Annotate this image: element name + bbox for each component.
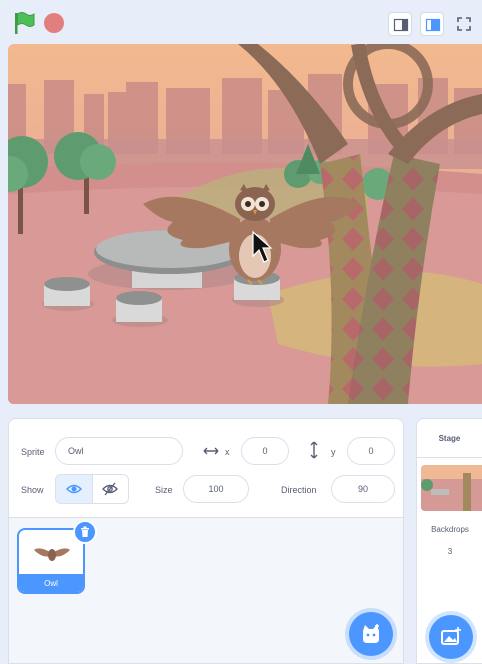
sprite-name-input[interactable]: Owl [55, 437, 183, 465]
stage-backdrop-thumbnail[interactable] [421, 465, 482, 511]
backdrop-add-icon [441, 627, 461, 645]
show-visible-button[interactable] [56, 475, 92, 503]
normal-stage-button[interactable] [420, 12, 444, 36]
fullscreen-button[interactable] [452, 12, 476, 36]
stage-toolbar [0, 0, 482, 44]
normal-stage-icon [425, 18, 441, 32]
owl-thumbnail-image [34, 548, 70, 561]
direction-label: Direction [281, 485, 317, 495]
x-value: 0 [262, 446, 268, 456]
x-arrows-icon [203, 447, 219, 455]
direction-input[interactable]: 90 [331, 475, 395, 503]
backdrops-count: 3 [447, 547, 453, 556]
add-backdrop-button[interactable] [429, 615, 473, 659]
delete-sprite-button[interactable] [73, 520, 97, 544]
sprite-list: Owl [8, 518, 404, 664]
y-arrows-icon [310, 441, 318, 459]
stop-icon[interactable] [44, 13, 64, 33]
sprite-thumbnail-label: Owl [19, 574, 83, 592]
show-label: Show [21, 485, 44, 495]
small-stage-icon [393, 18, 409, 32]
backdrops-label: Backdrops [431, 525, 469, 534]
size-value: 100 [208, 484, 224, 494]
show-hidden-button[interactable] [91, 475, 129, 503]
eye-icon [65, 484, 82, 494]
sprite-label: Sprite [21, 447, 45, 457]
size-label: Size [155, 485, 173, 495]
stage-canvas[interactable] [8, 44, 482, 404]
x-input[interactable]: 0 [241, 437, 289, 465]
stage-title: Stage [417, 419, 482, 458]
y-input[interactable]: 0 [347, 437, 395, 465]
visibility-toggle [55, 474, 129, 504]
direction-value: 90 [357, 484, 368, 494]
trash-icon [81, 526, 89, 537]
cat-add-icon [363, 624, 379, 643]
small-stage-button[interactable] [388, 12, 412, 36]
add-sprite-button[interactable] [349, 612, 393, 656]
fullscreen-icon [457, 17, 471, 31]
y-value: 0 [368, 446, 374, 456]
stage-target-panel[interactable]: Stage Backdrops 3 [416, 418, 482, 664]
size-input[interactable]: 100 [183, 475, 249, 503]
y-label: y [331, 447, 336, 457]
sprite-info-panel: Sprite Owl x 0 y 0 Show Size 100 Directi… [8, 418, 404, 518]
green-flag-icon[interactable] [12, 10, 36, 36]
eye-slash-icon [102, 482, 119, 496]
x-label: x [225, 447, 230, 457]
sprite-name-value: Owl [68, 446, 84, 456]
